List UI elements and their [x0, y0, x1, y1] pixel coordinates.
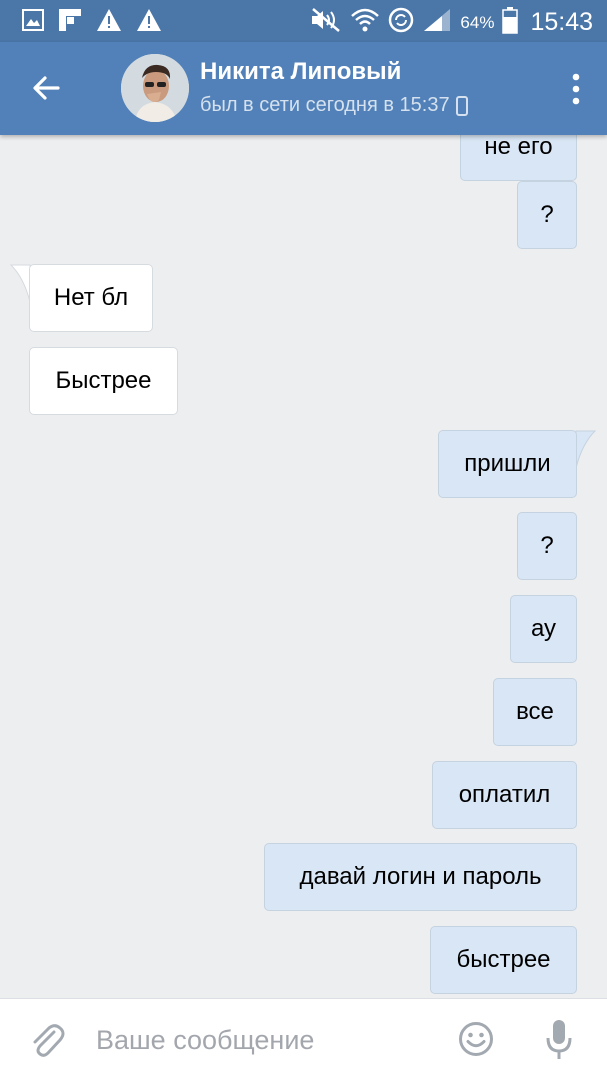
more-menu-button[interactable]	[571, 72, 581, 106]
attach-button[interactable]	[30, 1021, 66, 1061]
message-bubble-outgoing[interactable]: пришли	[438, 430, 577, 498]
message-list[interactable]: не его ? Нет бл Быстрее пришли ? ау все …	[0, 135, 607, 998]
status-bar-notifications	[22, 8, 162, 37]
chat-header: Никита Липовый был в сети сегодня в 15:3…	[0, 42, 607, 135]
avatar[interactable]	[121, 54, 189, 122]
microphone-button[interactable]	[546, 1019, 572, 1061]
contact-name[interactable]: Никита Липовый	[200, 58, 401, 86]
message-input[interactable]	[96, 1017, 436, 1063]
message-text: ?	[540, 532, 554, 559]
message-text: Нет бл	[53, 284, 129, 311]
message-text: пришли	[464, 450, 551, 477]
contact-status-text: был в сети сегодня в 15:37	[200, 94, 450, 116]
smiley-icon	[459, 1022, 493, 1056]
battery-percent: 64%	[460, 12, 495, 32]
message-bubble-outgoing[interactable]: ?	[517, 512, 577, 580]
warning-icon	[96, 8, 122, 37]
contact-status: был в сети сегодня в 15:37	[200, 94, 468, 117]
message-text: не его	[484, 135, 553, 160]
arrow-left-icon	[33, 76, 60, 100]
message-bubble-outgoing[interactable]: быстрее	[430, 926, 577, 994]
paperclip-icon	[33, 1024, 65, 1057]
message-bubble-outgoing[interactable]: не его	[460, 135, 577, 181]
mute-icon	[310, 7, 342, 38]
more-vertical-icon	[572, 73, 580, 105]
flipboard-icon	[58, 8, 82, 37]
back-button[interactable]	[28, 70, 64, 106]
message-text: Быстрее	[55, 367, 152, 394]
wifi-icon	[350, 7, 380, 38]
gallery-icon	[22, 9, 44, 36]
emoji-button[interactable]	[458, 1021, 494, 1057]
message-bubble-incoming[interactable]: Быстрее	[29, 347, 178, 415]
microphone-icon	[546, 1020, 572, 1059]
message-text: быстрее	[456, 946, 551, 973]
signal-icon	[422, 7, 452, 38]
message-text: ау	[530, 615, 557, 642]
clock: 15:43	[530, 8, 593, 36]
mobile-icon	[455, 95, 468, 116]
bubble-tail	[575, 430, 596, 469]
battery-icon	[502, 6, 519, 39]
warning-icon	[136, 8, 162, 37]
message-composer	[0, 998, 607, 1080]
status-bar-system: 64% 15:43	[310, 6, 593, 39]
message-text: давай логин и пароль	[299, 863, 542, 890]
sync-icon	[388, 7, 414, 38]
message-bubble-outgoing[interactable]: ау	[510, 595, 577, 663]
message-bubble-outgoing[interactable]: ?	[517, 181, 577, 249]
message-bubble-outgoing[interactable]: все	[493, 678, 577, 746]
status-bar: 64% 15:43	[0, 0, 607, 42]
message-bubble-outgoing[interactable]: оплатил	[432, 761, 577, 829]
message-text: ?	[540, 201, 554, 228]
message-bubble-incoming[interactable]: Нет бл	[29, 264, 153, 332]
message-text: все	[516, 698, 554, 725]
message-text: оплатил	[458, 781, 551, 808]
message-bubble-outgoing[interactable]: давай логин и пароль	[264, 843, 577, 911]
